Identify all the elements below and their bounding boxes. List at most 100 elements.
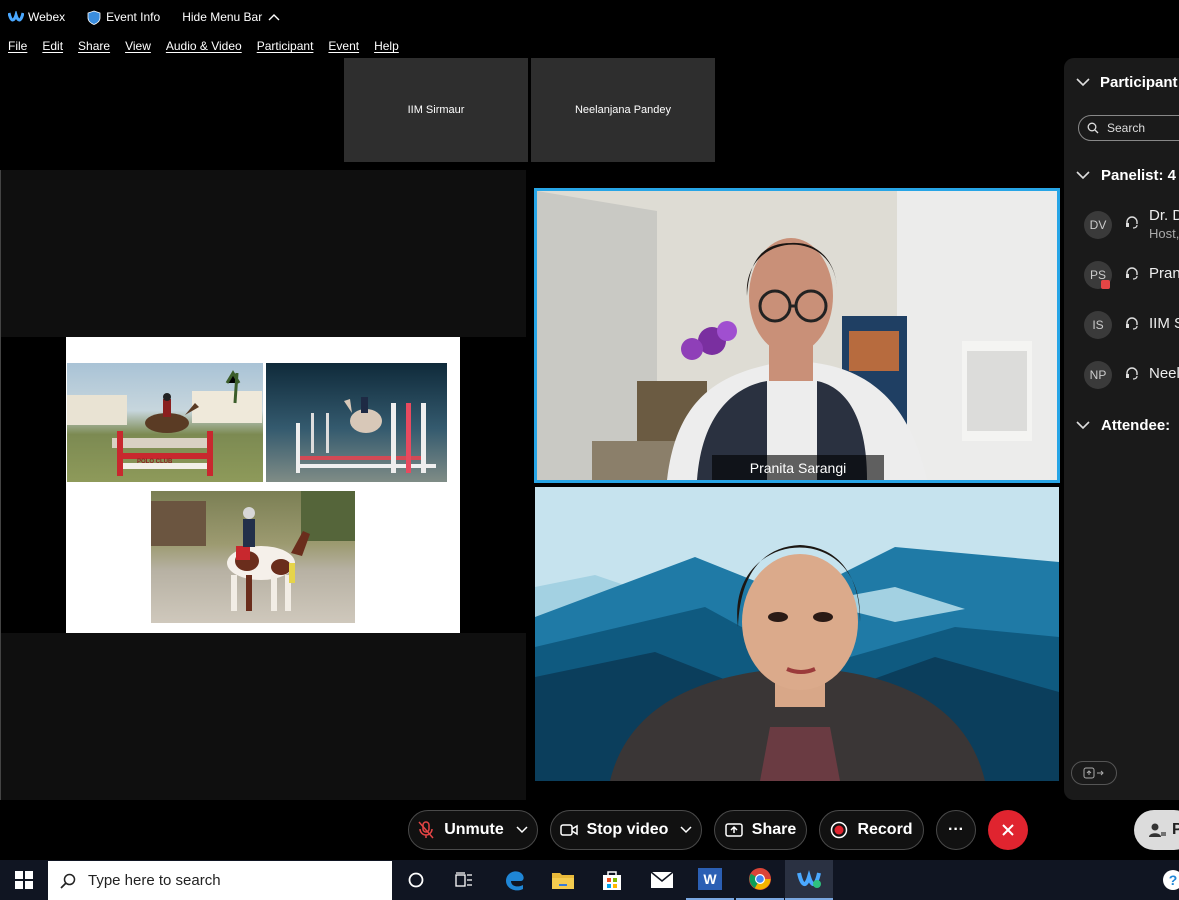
chrome-taskbar-icon[interactable] bbox=[736, 860, 784, 900]
polo-club-sign: POLO CLUB bbox=[137, 459, 173, 465]
store-taskbar-icon[interactable] bbox=[588, 860, 636, 900]
help-icon[interactable]: ? bbox=[1163, 870, 1179, 890]
record-button[interactable]: Record bbox=[819, 810, 924, 850]
edge-icon bbox=[506, 871, 524, 891]
attendee-header: Attendee: bbox=[1101, 417, 1171, 434]
participants-panel: Participant Search Panelist: 4 DV Dr. D … bbox=[1064, 58, 1179, 800]
participant-search-input[interactable]: Search bbox=[1078, 115, 1179, 141]
headset-icon bbox=[1126, 317, 1138, 330]
help-char: ? bbox=[1168, 872, 1178, 888]
share-button[interactable]: Share bbox=[714, 810, 807, 850]
hide-menu-bar-button[interactable]: Hide Menu Bar bbox=[182, 10, 280, 24]
thumbnail-neelanjana-pandey[interactable]: Neelanjana Pandey bbox=[531, 58, 715, 162]
active-speaker-video[interactable]: Pranita Sarangi bbox=[534, 188, 1060, 483]
webex-app-title: Webex bbox=[8, 10, 65, 24]
headset-icon bbox=[1126, 367, 1138, 380]
self-view-video[interactable] bbox=[535, 487, 1059, 781]
participant-name[interactable]: Neel bbox=[1149, 365, 1179, 382]
start-button[interactable] bbox=[0, 860, 48, 900]
close-icon bbox=[1002, 824, 1014, 836]
panelist-header: Panelist: 4 bbox=[1101, 167, 1177, 184]
chevron-down-icon[interactable] bbox=[1076, 171, 1090, 180]
unmute-label: Unmute bbox=[444, 821, 504, 838]
event-info-label: Event Info bbox=[106, 10, 161, 24]
title-row: Webex Event Info Hide Menu Bar bbox=[0, 0, 302, 34]
hide-menu-label: Hide Menu Bar bbox=[182, 10, 263, 24]
participants-toggle-label: P bbox=[1172, 821, 1179, 838]
cortana-icon bbox=[408, 872, 424, 888]
avatar: DV bbox=[1084, 211, 1112, 239]
edge-taskbar-icon[interactable] bbox=[491, 860, 539, 900]
headset-icon bbox=[1126, 267, 1138, 280]
webex-icon bbox=[797, 870, 821, 888]
search-icon bbox=[1087, 122, 1099, 134]
avatar: NP bbox=[1084, 361, 1112, 389]
webex-taskbar-icon[interactable] bbox=[785, 860, 833, 900]
thumbnail-name: IIM Sirmaur bbox=[407, 104, 465, 116]
chevron-down-icon[interactable] bbox=[1076, 421, 1090, 430]
chevron-up-icon bbox=[268, 14, 280, 21]
chevron-down-icon[interactable] bbox=[1076, 78, 1090, 87]
shield-icon bbox=[87, 10, 101, 25]
folder-icon bbox=[552, 873, 574, 889]
menu-bar: File Edit Share View Audio & Video Parti… bbox=[0, 36, 414, 56]
slide-photo-rider bbox=[151, 491, 355, 623]
shared-slide: POLO CLUB bbox=[66, 337, 460, 633]
thumbnail-iim-sirmaur[interactable]: IIM Sirmaur bbox=[344, 58, 528, 162]
chevron-down-icon bbox=[516, 826, 528, 834]
video-off-badge-icon bbox=[1101, 280, 1110, 289]
video-camera-icon bbox=[559, 824, 578, 836]
event-info-button[interactable]: Event Info bbox=[87, 10, 160, 25]
headset-icon bbox=[1126, 216, 1138, 229]
menu-view[interactable]: View bbox=[125, 39, 151, 53]
stop-video-label: Stop video bbox=[586, 821, 669, 838]
taskbar-search-placeholder: Type here to search bbox=[88, 872, 221, 889]
record-label: Record bbox=[857, 821, 913, 838]
webex-logo-icon bbox=[8, 11, 24, 22]
speaker-name: Pranita Sarangi bbox=[749, 459, 847, 476]
participant-name[interactable]: Dr. D bbox=[1149, 207, 1179, 224]
search-placeholder: Search bbox=[1107, 121, 1146, 135]
pop-out-panel-button[interactable] bbox=[1071, 761, 1117, 785]
task-view-icon bbox=[455, 872, 472, 887]
speaker-name-tag: Pranita Sarangi bbox=[712, 455, 884, 480]
search-icon bbox=[60, 873, 76, 889]
share-screen-icon bbox=[725, 823, 743, 837]
menu-event[interactable]: Event bbox=[328, 39, 359, 53]
leave-meeting-button[interactable] bbox=[988, 810, 1028, 850]
cortana-button[interactable] bbox=[392, 860, 440, 900]
windows-logo-icon bbox=[15, 871, 33, 889]
participant-role: Host, bbox=[1149, 226, 1179, 241]
store-icon bbox=[603, 871, 621, 890]
menu-file[interactable]: File bbox=[8, 39, 27, 53]
menu-share[interactable]: Share bbox=[78, 39, 110, 53]
mail-icon bbox=[650, 871, 674, 888]
word-letter: W bbox=[703, 871, 717, 887]
avatar: IS bbox=[1084, 311, 1112, 339]
word-taskbar-icon[interactable]: W bbox=[686, 860, 734, 900]
participant-name[interactable]: Pran bbox=[1149, 265, 1179, 282]
word-icon: W bbox=[698, 868, 722, 890]
self-video-frame bbox=[535, 487, 1059, 781]
menu-edit[interactable]: Edit bbox=[42, 39, 63, 53]
taskbar-search-input[interactable]: Type here to search bbox=[48, 861, 392, 900]
task-view-button[interactable] bbox=[440, 860, 488, 900]
menu-participant[interactable]: Participant bbox=[257, 39, 314, 53]
menu-audio-video[interactable]: Audio & Video bbox=[166, 39, 242, 53]
menu-help[interactable]: Help bbox=[374, 39, 399, 53]
slide-photo-jump-2 bbox=[266, 363, 447, 482]
chrome-icon bbox=[749, 868, 771, 890]
share-label: Share bbox=[751, 821, 797, 838]
app-name: Webex bbox=[28, 10, 66, 24]
participants-title: Participant bbox=[1100, 74, 1178, 91]
stop-video-button[interactable]: Stop video bbox=[550, 810, 702, 850]
more-options-label: ··· bbox=[948, 821, 964, 838]
participants-toggle-button[interactable]: P bbox=[1134, 810, 1179, 850]
unmute-button[interactable]: Unmute bbox=[408, 810, 538, 850]
microphone-muted-icon bbox=[418, 821, 434, 839]
mail-taskbar-icon[interactable] bbox=[638, 860, 686, 900]
night-jump-illustration bbox=[296, 397, 436, 473]
more-options-button[interactable]: ··· bbox=[936, 810, 976, 850]
file-explorer-taskbar-icon[interactable] bbox=[539, 860, 587, 900]
participant-name[interactable]: IIM S bbox=[1149, 315, 1179, 332]
